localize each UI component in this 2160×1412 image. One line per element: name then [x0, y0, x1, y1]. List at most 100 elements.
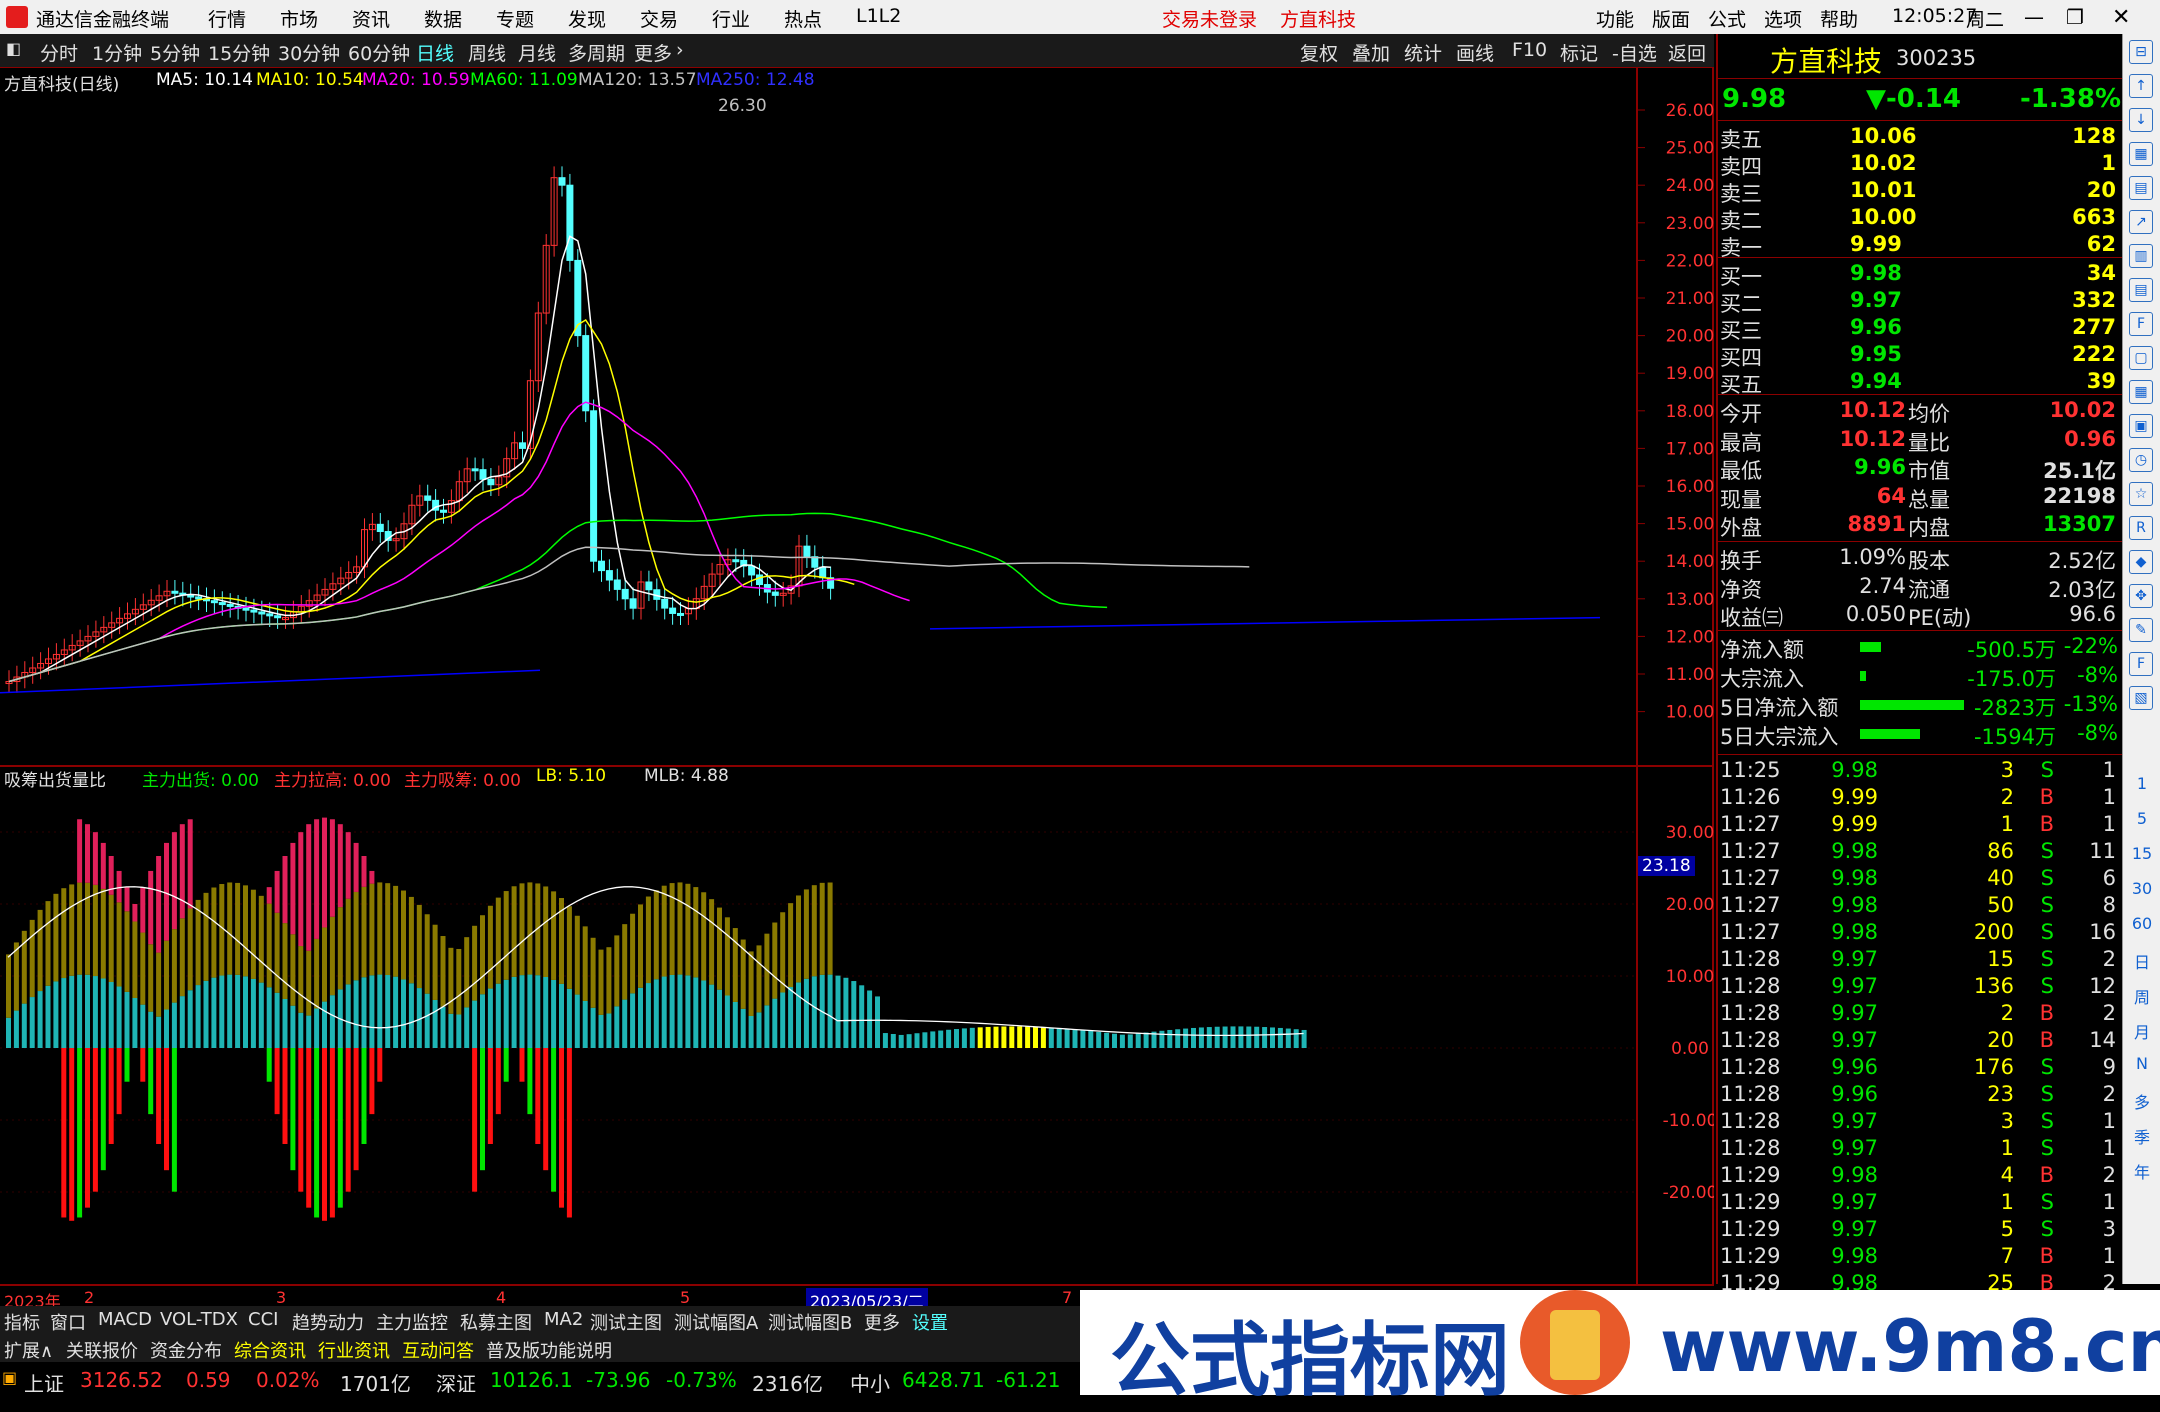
tab-macd[interactable]: MACD — [98, 1309, 152, 1330]
chart-area[interactable]: 26.00 25.00 24.00 23.00 22.00 21.00 20.00 19.00… — [0, 68, 1714, 1284]
tab-csftA[interactable]: 测试幅图A — [674, 1309, 758, 1335]
tool-stats[interactable]: 统计 — [1404, 39, 1442, 66]
period-shortcut[interactable]: 日 — [2123, 949, 2160, 973]
menu-item-hot[interactable]: 热点 — [784, 5, 822, 32]
clock-icon[interactable]: ◷ — [2129, 448, 2153, 472]
chart-icon[interactable]: ▤ — [2129, 176, 2153, 200]
period-shortcut[interactable]: 30 — [2123, 879, 2160, 898]
trend-icon[interactable]: ↗ — [2129, 210, 2153, 234]
list-icon[interactable]: ▤ — [2129, 278, 2153, 302]
tab-csftB[interactable]: 测试幅图B — [768, 1309, 852, 1335]
tab-related[interactable]: 关联报价 — [66, 1337, 138, 1363]
tab-indicator[interactable]: 指标 — [4, 1309, 40, 1335]
tab-settings[interactable]: 设置 — [912, 1309, 948, 1335]
period-shortcut[interactable]: 季 — [2123, 1124, 2160, 1148]
more-chevron-icon[interactable]: › — [676, 39, 684, 61]
tab-cci[interactable]: CCI — [248, 1309, 278, 1330]
down-icon[interactable]: ↓ — [2129, 108, 2153, 132]
kline-chart[interactable]: 26.00 25.00 24.00 23.00 22.00 21.00 20.00 19.00… — [0, 68, 1714, 1284]
tab-expand[interactable]: 扩展∧ — [4, 1337, 53, 1363]
period-week[interactable]: 周线 — [468, 39, 506, 66]
tab-qa[interactable]: 互动问答 — [402, 1337, 474, 1363]
tab-cszt[interactable]: 测试主图 — [590, 1309, 662, 1335]
tab-window[interactable]: 窗口 — [50, 1309, 86, 1335]
rsi-icon[interactable]: R — [2129, 516, 2153, 540]
maximize-icon[interactable]: ❐ — [2066, 5, 2084, 29]
menu-item-layout[interactable]: 版面 — [1652, 5, 1690, 32]
collapse-icon[interactable]: ⊟ — [2129, 40, 2153, 64]
move-icon[interactable]: ✥ — [2129, 584, 2153, 608]
menu-item-l1l2[interactable]: L1L2 — [856, 5, 901, 27]
period-shortcut[interactable]: 15 — [2123, 844, 2160, 863]
period-multi[interactable]: 多周期 — [568, 39, 625, 66]
menu-item-formula[interactable]: 公式 — [1708, 5, 1746, 32]
sz-name[interactable]: 深证 — [436, 1368, 476, 1397]
zx-name[interactable]: 中小 — [850, 1368, 890, 1397]
tab-qsdl[interactable]: 趋势动力 — [292, 1309, 364, 1335]
tool-draw[interactable]: 画线 — [1456, 39, 1494, 66]
menu-item-data[interactable]: 数据 — [424, 5, 462, 32]
menu-item-func[interactable]: 功能 — [1596, 5, 1634, 32]
tool-mark[interactable]: 标记 — [1560, 39, 1598, 66]
period-month[interactable]: 月线 — [518, 39, 556, 66]
period-shortcut[interactable]: 5 — [2123, 809, 2160, 828]
table-icon[interactable]: ▦ — [2129, 380, 2153, 404]
menu-item-industry[interactable]: 行业 — [712, 5, 750, 32]
menu-item-trade[interactable]: 交易 — [640, 5, 678, 32]
menu-item-news[interactable]: 资讯 — [352, 5, 390, 32]
fs-icon[interactable]: F — [2129, 652, 2153, 676]
period-60m[interactable]: 60分钟 — [348, 39, 410, 66]
tab-pjb[interactable]: 普及版功能说明 — [486, 1337, 612, 1363]
period-15m[interactable]: 15分钟 — [208, 39, 270, 66]
menu-item-discover[interactable]: 发现 — [568, 5, 606, 32]
star-icon[interactable]: ☆ — [2129, 482, 2153, 506]
close-icon[interactable]: ✕ — [2112, 5, 2130, 30]
tab-vol[interactable]: VOL-TDX — [160, 1309, 238, 1330]
bars-icon[interactable]: ▥ — [2129, 244, 2153, 268]
sh-name[interactable]: 上证 — [24, 1368, 64, 1397]
period-shortcut[interactable]: 周 — [2123, 984, 2160, 1008]
tab-news[interactable]: 综合资讯 — [234, 1337, 306, 1363]
period-shortcut[interactable]: 60 — [2123, 914, 2160, 933]
period-shortcut[interactable]: 月 — [2123, 1019, 2160, 1043]
minimize-icon[interactable]: — — [2024, 5, 2044, 29]
tab-more[interactable]: 更多 — [864, 1309, 900, 1335]
badge-icon[interactable]: ◆ — [2129, 550, 2153, 574]
tab-industry-news[interactable]: 行业资讯 — [318, 1337, 390, 1363]
period-shortcut[interactable]: N — [2123, 1054, 2160, 1073]
up-icon[interactable]: ↑ — [2129, 74, 2153, 98]
tab-zljk[interactable]: 主力监控 — [376, 1309, 448, 1335]
period-30m[interactable]: 30分钟 — [278, 39, 340, 66]
doc-icon[interactable]: ▢ — [2129, 346, 2153, 370]
period-shortcut[interactable]: 多 — [2123, 1089, 2160, 1113]
toggle-icon[interactable]: ◧ — [6, 39, 21, 58]
tab-smzt[interactable]: 私募主图 — [460, 1309, 532, 1335]
sub-bar-cyan — [938, 1030, 944, 1048]
tool-overlay[interactable]: 叠加 — [1352, 39, 1390, 66]
fin-icon[interactable]: F — [2129, 312, 2153, 336]
stock-tab[interactable]: 方直科技 — [1280, 5, 1356, 32]
menu-item-market[interactable]: 市场 — [280, 5, 318, 32]
pencil-icon[interactable]: ✎ — [2129, 618, 2153, 642]
data-icon[interactable]: ▧ — [2129, 686, 2153, 710]
grid-icon[interactable]: ▦ — [2129, 142, 2153, 166]
tool-back[interactable]: 返回 — [1668, 39, 1706, 66]
menu-item-topic[interactable]: 专题 — [496, 5, 534, 32]
login-status[interactable]: 交易未登录 — [1162, 5, 1257, 32]
tab-fund[interactable]: 资金分布 — [150, 1337, 222, 1363]
period-1m[interactable]: 1分钟 — [92, 39, 142, 66]
tab-ma2[interactable]: MA2 — [544, 1309, 583, 1330]
menu-item-help[interactable]: 帮助 — [1820, 5, 1858, 32]
period-5m[interactable]: 5分钟 — [150, 39, 200, 66]
period-shortcut[interactable]: 年 — [2123, 1159, 2160, 1183]
tool-f10[interactable]: F10 — [1512, 39, 1547, 61]
tool-fq[interactable]: 复权 — [1300, 39, 1338, 66]
period-fs[interactable]: 分时 — [40, 39, 78, 66]
period-shortcut[interactable]: 1 — [2123, 774, 2160, 793]
period-day[interactable]: 日线 — [416, 39, 454, 66]
tool-watch[interactable]: -自选 — [1612, 39, 1657, 66]
box-icon[interactable]: ▣ — [2129, 414, 2153, 438]
period-more[interactable]: 更多 — [634, 39, 672, 66]
menu-item-hq[interactable]: 行情 — [208, 5, 246, 32]
menu-item-options[interactable]: 选项 — [1764, 5, 1802, 32]
